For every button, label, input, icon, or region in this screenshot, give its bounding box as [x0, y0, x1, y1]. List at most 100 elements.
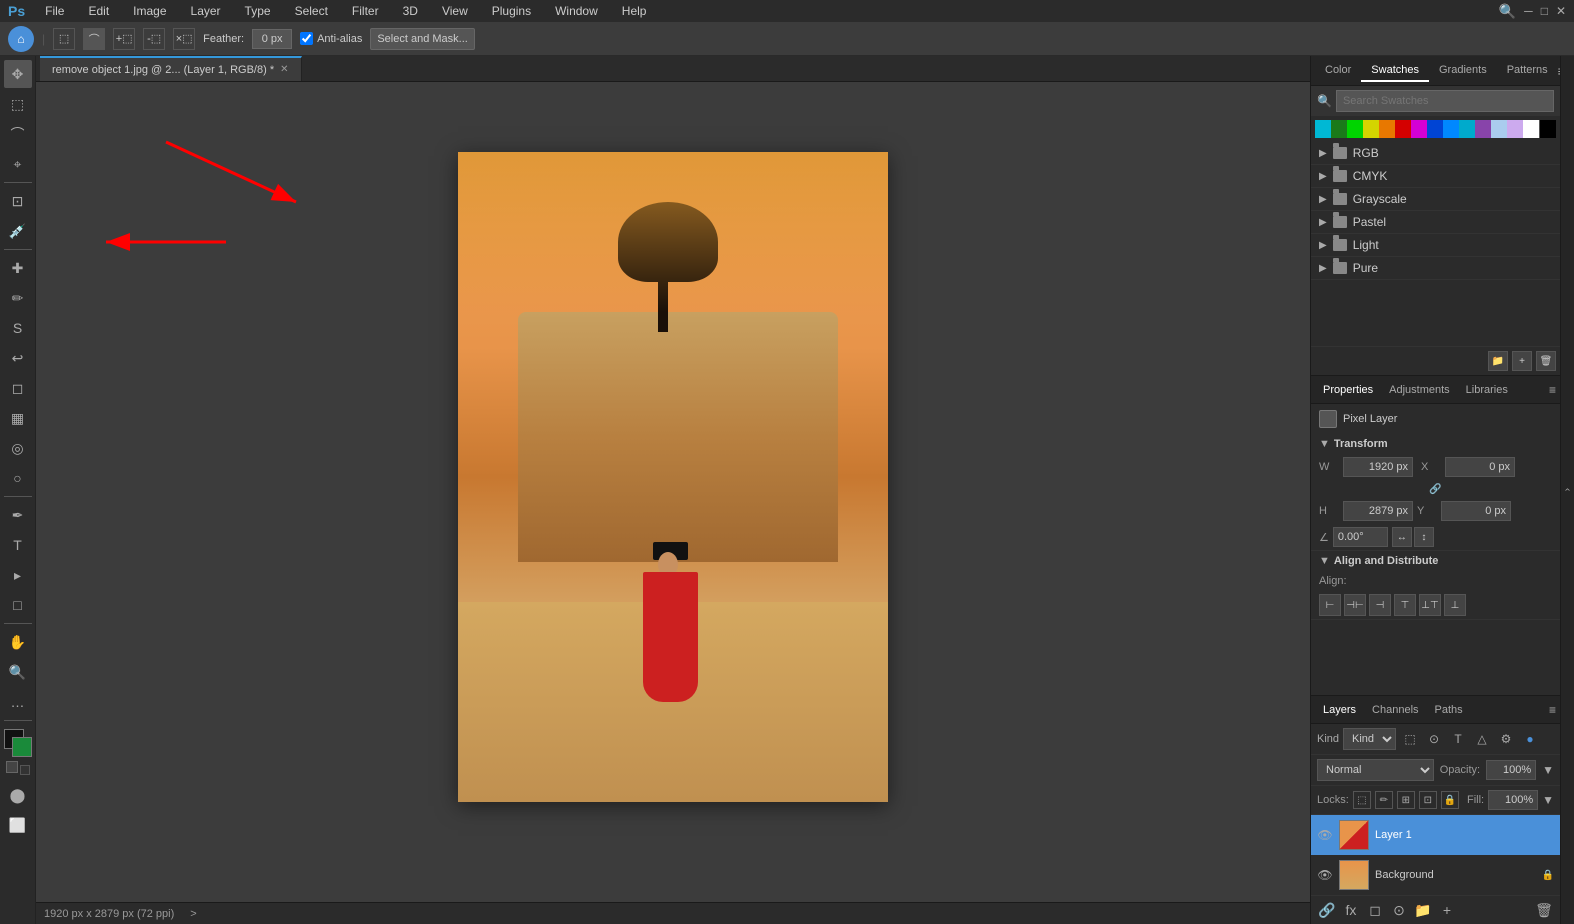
swatch-purple[interactable] — [1475, 120, 1491, 138]
dodge-tool[interactable]: ○ — [4, 464, 32, 492]
new-layer-btn[interactable]: + — [1437, 900, 1457, 920]
menu-view[interactable]: View — [438, 2, 472, 20]
swatch-cyan[interactable] — [1315, 120, 1331, 138]
maximize-btn[interactable]: □ — [1541, 4, 1548, 18]
link-layers-btn[interactable]: 🔗 — [1317, 900, 1337, 920]
menu-type[interactable]: Type — [241, 2, 275, 20]
clone-stamp-tool[interactable]: S — [4, 314, 32, 342]
select-intersect-tool[interactable]: ×⬚ — [173, 28, 195, 50]
swatch-group-light[interactable]: ▶ Light — [1311, 234, 1560, 257]
swatch-green[interactable] — [1347, 120, 1363, 138]
link-icon[interactable]: 🔗 — [1429, 482, 1443, 496]
menu-filter[interactable]: Filter — [348, 2, 383, 20]
tab-libraries[interactable]: Libraries — [1458, 382, 1516, 398]
swatch-sky[interactable] — [1459, 120, 1475, 138]
healing-brush-tool[interactable]: ✚ — [4, 254, 32, 282]
hand-tool[interactable]: ✋ — [4, 628, 32, 656]
antialias-checkbox[interactable] — [300, 32, 313, 45]
transform-header[interactable]: ▼ Transform — [1311, 434, 1560, 454]
tab-swatches[interactable]: Swatches — [1361, 60, 1429, 82]
pen-tool[interactable]: ✒ — [4, 501, 32, 529]
properties-menu-btn[interactable]: ≡ — [1549, 383, 1556, 397]
menu-edit[interactable]: Edit — [84, 2, 113, 20]
tab-channels[interactable]: Channels — [1364, 702, 1426, 718]
select-subtract-tool[interactable]: -⬚ — [143, 28, 165, 50]
layer1-visibility-btn[interactable]: 👁 — [1317, 827, 1333, 843]
opacity-arrow[interactable]: ▼ — [1542, 763, 1554, 777]
menu-3d[interactable]: 3D — [399, 2, 422, 20]
create-folder-btn[interactable]: 📁 — [1488, 351, 1508, 371]
shape-tool[interactable]: □ — [4, 591, 32, 619]
gradient-tool[interactable]: ▦ — [4, 404, 32, 432]
align-right-btn[interactable]: ⊣ — [1369, 594, 1391, 616]
tab-close-btn[interactable]: ✕ — [280, 64, 288, 75]
lock-auto-btn[interactable]: 🔒 — [1441, 791, 1459, 809]
tab-gradients[interactable]: Gradients — [1429, 60, 1497, 82]
menu-file[interactable]: File — [41, 2, 68, 20]
create-swatch-btn[interactable]: + — [1512, 351, 1532, 371]
swatch-black[interactable] — [1540, 120, 1556, 138]
brush-tool[interactable]: ✏ — [4, 284, 32, 312]
align-center-h-btn[interactable]: ⊣⊢ — [1344, 594, 1366, 616]
swatch-green-dark[interactable] — [1331, 120, 1347, 138]
home-btn[interactable]: ⌂ — [8, 26, 34, 52]
foreground-color[interactable] — [4, 729, 32, 757]
tab-adjustments[interactable]: Adjustments — [1381, 382, 1458, 398]
swatch-group-pastel[interactable]: ▶ Pastel — [1311, 211, 1560, 234]
menu-select[interactable]: Select — [291, 2, 332, 20]
text-filter-btn[interactable]: T — [1448, 729, 1468, 749]
menu-help[interactable]: Help — [618, 2, 651, 20]
tab-properties[interactable]: Properties — [1315, 382, 1381, 398]
selection-tool[interactable]: ⬚ — [4, 90, 32, 118]
zoom-tool[interactable]: 🔍 — [4, 658, 32, 686]
add-mask-btn[interactable]: ◻ — [1365, 900, 1385, 920]
shape-filter-btn[interactable]: △ — [1472, 729, 1492, 749]
swatch-group-grayscale[interactable]: ▶ Grayscale — [1311, 188, 1560, 211]
layers-menu-btn[interactable]: ≡ — [1549, 703, 1556, 717]
document-tab[interactable]: remove object 1.jpg @ 2... (Layer 1, RGB… — [40, 56, 302, 81]
add-style-btn[interactable]: fx — [1341, 900, 1361, 920]
align-top-btn[interactable]: ⊤ — [1394, 594, 1416, 616]
swap-colors-btn[interactable] — [6, 761, 18, 773]
align-middle-v-btn[interactable]: ⊥⊤ — [1419, 594, 1441, 616]
new-adjustment-btn[interactable]: ⊙ — [1389, 900, 1409, 920]
more-tools-btn[interactable]: … — [4, 688, 32, 716]
panel-collapse-btn[interactable]: ‹ — [1560, 56, 1574, 924]
fill-input[interactable] — [1488, 790, 1538, 810]
search-btn[interactable]: 🔍 — [1499, 3, 1516, 20]
opacity-input[interactable] — [1486, 760, 1536, 780]
tab-patterns[interactable]: Patterns — [1497, 60, 1558, 82]
select-and-mask-btn[interactable]: Select and Mask... — [370, 28, 475, 50]
smart-filter-btn[interactable]: ⚙ — [1496, 729, 1516, 749]
tab-layers[interactable]: Layers — [1315, 702, 1364, 718]
move-tool[interactable]: ✥ — [4, 60, 32, 88]
swatch-group-rgb[interactable]: ▶ RGB — [1311, 142, 1560, 165]
delete-swatch-btn[interactable]: 🗑 — [1536, 351, 1556, 371]
lock-artboard-btn[interactable]: ⊞ — [1397, 791, 1415, 809]
eraser-tool[interactable]: ◻ — [4, 374, 32, 402]
swatch-red[interactable] — [1395, 120, 1411, 138]
swatch-yellow[interactable] — [1363, 120, 1379, 138]
width-input[interactable] — [1343, 457, 1413, 477]
angle-input[interactable] — [1333, 527, 1388, 547]
screen-mode-btn[interactable]: ⬜ — [4, 811, 32, 839]
background-visibility-btn[interactable]: 👁 — [1317, 867, 1333, 883]
swatch-light-blue[interactable] — [1491, 120, 1507, 138]
tab-color[interactable]: Color — [1315, 60, 1361, 82]
select-rect-tool[interactable]: ⬚ — [53, 28, 75, 50]
x-input[interactable] — [1445, 457, 1515, 477]
lock-position-btn[interactable]: ✏ — [1375, 791, 1393, 809]
select-add-tool[interactable]: +⬚ — [113, 28, 135, 50]
swatch-blue-mid[interactable] — [1427, 120, 1443, 138]
new-group-btn[interactable]: 📁 — [1413, 900, 1433, 920]
kind-select[interactable]: Kind — [1343, 728, 1396, 750]
adjustment-filter-btn[interactable]: ⊙ — [1424, 729, 1444, 749]
lock-pixels-btn[interactable]: ⬚ — [1353, 791, 1371, 809]
swatch-blue[interactable] — [1443, 120, 1459, 138]
height-input[interactable] — [1343, 501, 1413, 521]
flip-horizontal-btn[interactable]: ↔ — [1392, 527, 1412, 547]
menu-window[interactable]: Window — [551, 2, 602, 20]
canvas-content[interactable] — [36, 82, 1310, 902]
blend-mode-select[interactable]: Normal Multiply Screen Overlay — [1317, 759, 1434, 781]
align-header[interactable]: ▼ Align and Distribute — [1311, 551, 1560, 571]
